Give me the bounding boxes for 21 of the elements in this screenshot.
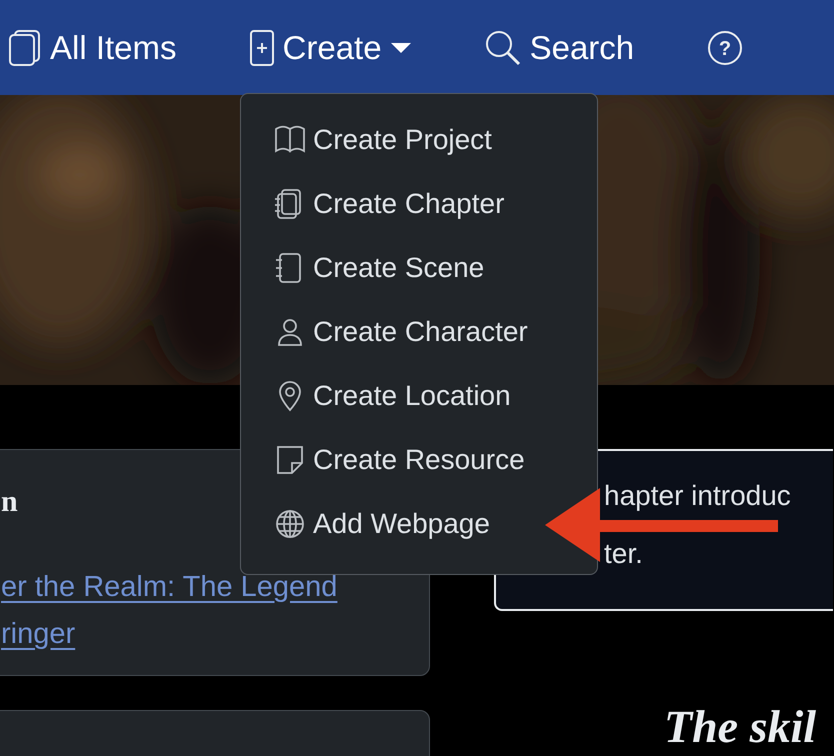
- menu-item[interactable]: Create Chapter: [269, 172, 508, 236]
- section-heading: The skil: [664, 700, 818, 754]
- help-icon[interactable]: ?: [706, 28, 744, 66]
- add-page-icon: [248, 28, 275, 66]
- search-icon: [484, 28, 522, 66]
- menu-item[interactable]: Create Character: [269, 300, 532, 364]
- pages-icon: [8, 28, 42, 66]
- menu-item[interactable]: Create Scene: [269, 236, 488, 300]
- summary-text: hapter introduc: [604, 479, 791, 513]
- globe-icon: [273, 507, 307, 541]
- summary-text: ter.: [604, 537, 643, 571]
- nav-link[interactable]: Search: [484, 22, 634, 72]
- menu-item[interactable]: Add Webpage: [269, 492, 494, 556]
- nav-link[interactable]: All Items: [8, 22, 177, 72]
- project-link[interactable]: er the Realm: The Legend ringer: [1, 564, 429, 658]
- menu-item[interactable]: Create Project: [269, 108, 496, 172]
- create-dropdown-button[interactable]: Create: [248, 22, 412, 72]
- project-title: n: [1, 484, 19, 520]
- menu-item[interactable]: Create Resource: [269, 428, 529, 492]
- menu-item[interactable]: Create Location: [269, 364, 515, 428]
- caret-icon: [390, 42, 412, 54]
